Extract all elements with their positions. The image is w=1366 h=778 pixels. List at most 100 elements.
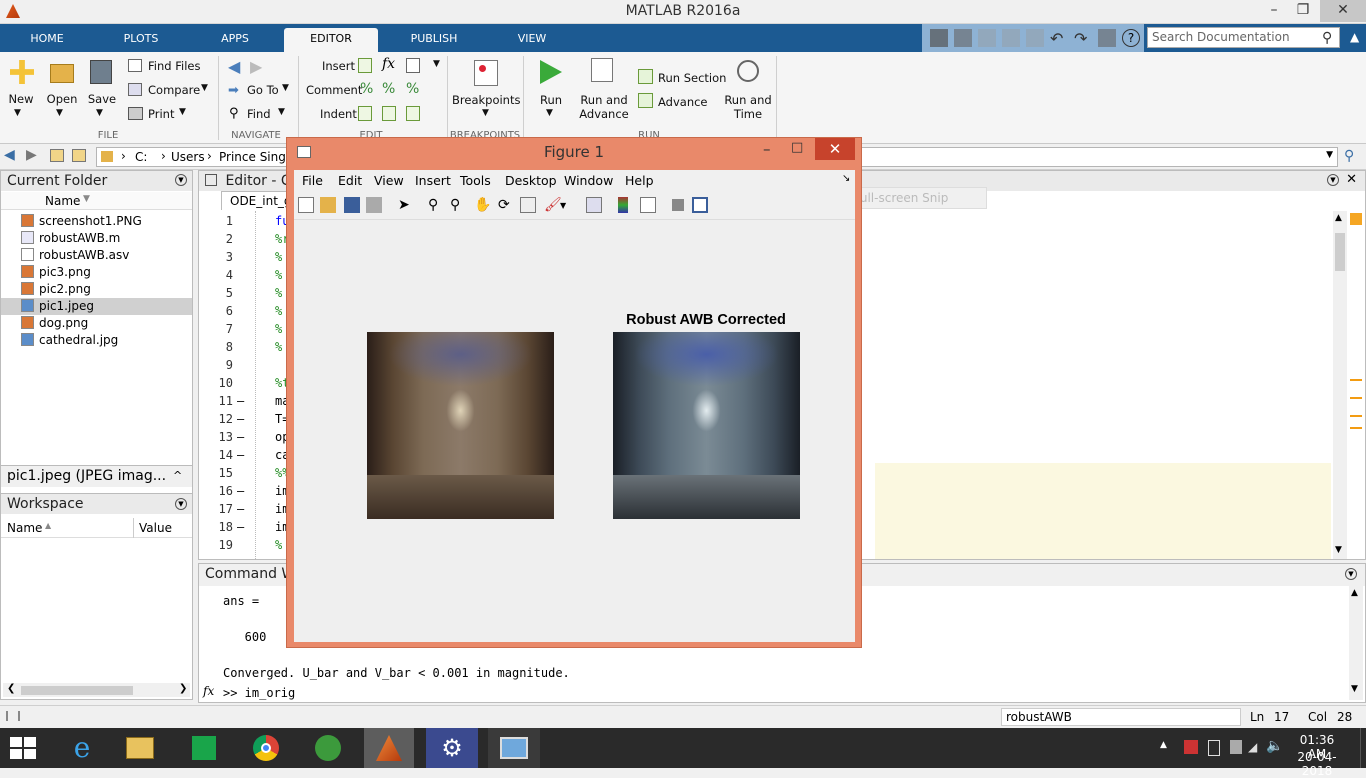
- save-icon[interactable]: [930, 29, 948, 47]
- column-header-name[interactable]: Name ▼: [1, 192, 192, 210]
- chevron-down-icon[interactable]: ▼: [14, 108, 21, 118]
- open-button[interactable]: Open: [44, 92, 80, 106]
- chevron-down-icon[interactable]: ▼: [96, 108, 103, 118]
- tray-notification-icon[interactable]: [1184, 740, 1198, 754]
- chevron-down-icon[interactable]: ▼: [179, 107, 186, 117]
- vertical-scrollbar[interactable]: ▲ ▼: [1333, 211, 1347, 559]
- breakpoints-icon[interactable]: [474, 60, 498, 86]
- close-editor-icon[interactable]: ✕: [1346, 172, 1357, 187]
- back-icon[interactable]: ◀: [4, 147, 15, 163]
- photos-icon[interactable]: [488, 728, 540, 768]
- run-and-time-button[interactable]: Run and Time: [722, 93, 774, 121]
- new-figure-icon[interactable]: [298, 197, 314, 213]
- breadcrumb-c[interactable]: C:: [135, 150, 147, 164]
- insert-section-icon[interactable]: [358, 58, 372, 73]
- matlab-taskbar-icon[interactable]: [364, 728, 414, 768]
- start-windows-icon[interactable]: [10, 737, 36, 759]
- menu-help[interactable]: Help: [625, 173, 654, 188]
- print-button[interactable]: Print: [148, 107, 174, 121]
- forward-arrow-icon[interactable]: ▶: [250, 57, 262, 76]
- paste-icon[interactable]: [1026, 29, 1044, 47]
- cut-icon[interactable]: [978, 29, 996, 47]
- maximize-button[interactable]: ❐: [1283, 0, 1323, 22]
- chevron-down-icon[interactable]: ▼: [56, 108, 63, 118]
- search-input[interactable]: Search Documentation: [1147, 27, 1340, 48]
- scroll-thumb[interactable]: [1335, 233, 1345, 271]
- breakpoint-dash[interactable]: –: [237, 484, 244, 498]
- chrome-icon[interactable]: [240, 728, 292, 768]
- advance-button[interactable]: Advance: [658, 95, 708, 109]
- store-icon[interactable]: [178, 728, 230, 768]
- copy-icon[interactable]: [1002, 29, 1020, 47]
- warning-marker[interactable]: [1350, 427, 1362, 429]
- tab-editor[interactable]: EDITOR: [284, 28, 378, 52]
- uncomment-icon[interactable]: %: [382, 81, 395, 97]
- tab-plots[interactable]: PLOTS: [102, 28, 180, 52]
- switch-windows-icon[interactable]: [1098, 29, 1116, 47]
- run-section-icon[interactable]: [638, 69, 653, 84]
- code-line[interactable]: %: [275, 250, 282, 264]
- compare-button[interactable]: Compare: [148, 83, 200, 97]
- wifi-icon[interactable]: ◢: [1248, 740, 1257, 754]
- file-list-item[interactable]: dog.png: [1, 315, 192, 332]
- browse-folder-icon[interactable]: [72, 149, 86, 162]
- tab-apps[interactable]: APPS: [196, 28, 274, 52]
- show-desktop-button[interactable]: [1360, 728, 1366, 768]
- chevron-down-icon[interactable]: ▼: [1326, 150, 1333, 160]
- figure-close-button[interactable]: ✕: [815, 138, 855, 160]
- indent-button[interactable]: Indent: [320, 107, 357, 121]
- run-section-button[interactable]: Run Section: [658, 71, 726, 85]
- code-line[interactable]: %: [275, 304, 282, 318]
- run-button[interactable]: Run: [534, 93, 568, 107]
- horizontal-scrollbar[interactable]: ❮ ❯: [3, 683, 190, 697]
- hide-plot-tools-icon[interactable]: [672, 199, 684, 211]
- breakpoint-dash[interactable]: –: [237, 520, 244, 534]
- scroll-right-icon[interactable]: ❯: [179, 683, 187, 694]
- show-plot-tools-icon[interactable]: [692, 197, 708, 213]
- file-list-item[interactable]: robustAWB.asv: [1, 247, 192, 264]
- tab-publish[interactable]: PUBLISH: [392, 28, 476, 52]
- analyzer-status-icon[interactable]: [1350, 213, 1362, 225]
- breakpoint-dash[interactable]: –: [237, 448, 244, 462]
- tab-home[interactable]: HOME: [8, 28, 86, 52]
- print-icon[interactable]: [128, 107, 143, 120]
- file-list-item[interactable]: screenshot1.PNG: [1, 213, 192, 230]
- save-icon[interactable]: [90, 60, 112, 84]
- panel-options-icon[interactable]: ▼: [175, 174, 187, 186]
- clock-date[interactable]: 20-04-2018: [1284, 750, 1350, 778]
- column-name[interactable]: Name: [7, 521, 42, 535]
- menu-insert[interactable]: Insert: [415, 173, 451, 188]
- search-icon[interactable]: ⚲: [1322, 30, 1338, 46]
- breakpoint-dash[interactable]: –: [237, 430, 244, 444]
- increase-indent-icon[interactable]: [382, 106, 396, 121]
- status-function[interactable]: robustAWB: [1001, 708, 1241, 726]
- battery-icon[interactable]: [1208, 740, 1220, 756]
- rotate-3d-icon[interactable]: ⟳: [498, 197, 514, 213]
- chevron-down-icon[interactable]: ▼: [282, 83, 289, 93]
- menu-window[interactable]: Window: [564, 173, 613, 188]
- smart-indent-icon[interactable]: [358, 106, 372, 121]
- redo-icon[interactable]: ↷: [1074, 29, 1092, 48]
- up-folder-icon[interactable]: [50, 149, 64, 162]
- scroll-up-icon[interactable]: ▲: [1335, 213, 1342, 223]
- run-and-advance-icon[interactable]: [591, 58, 613, 82]
- chevron-down-icon[interactable]: ▼: [201, 83, 208, 93]
- chevron-down-icon[interactable]: ▼: [546, 108, 553, 118]
- code-line[interactable]: %: [275, 268, 282, 282]
- scroll-down-icon[interactable]: ▼: [1335, 545, 1342, 555]
- menu-view[interactable]: View: [374, 173, 404, 188]
- panel-options-icon[interactable]: ▼: [1345, 568, 1357, 580]
- menu-file[interactable]: File: [302, 173, 323, 188]
- collapse-ribbon-icon[interactable]: ▲: [1350, 30, 1359, 44]
- advance-icon[interactable]: [638, 93, 653, 108]
- insert-legend-icon[interactable]: [640, 197, 656, 213]
- run-and-advance-button[interactable]: Run and Advance: [578, 93, 630, 121]
- breadcrumb-user[interactable]: Prince Singh: [219, 150, 293, 164]
- wrap-comments-icon[interactable]: %: [406, 81, 419, 97]
- edit-plot-arrow-icon[interactable]: ➤: [398, 197, 414, 213]
- code-line[interactable]: %: [275, 538, 282, 552]
- scroll-up-icon[interactable]: ▲: [1351, 588, 1358, 598]
- details-bar[interactable]: pic1.jpeg (JPEG imag... ^: [1, 465, 192, 487]
- zoom-out-icon[interactable]: ⚲: [450, 197, 466, 213]
- find-files-icon[interactable]: [128, 59, 142, 72]
